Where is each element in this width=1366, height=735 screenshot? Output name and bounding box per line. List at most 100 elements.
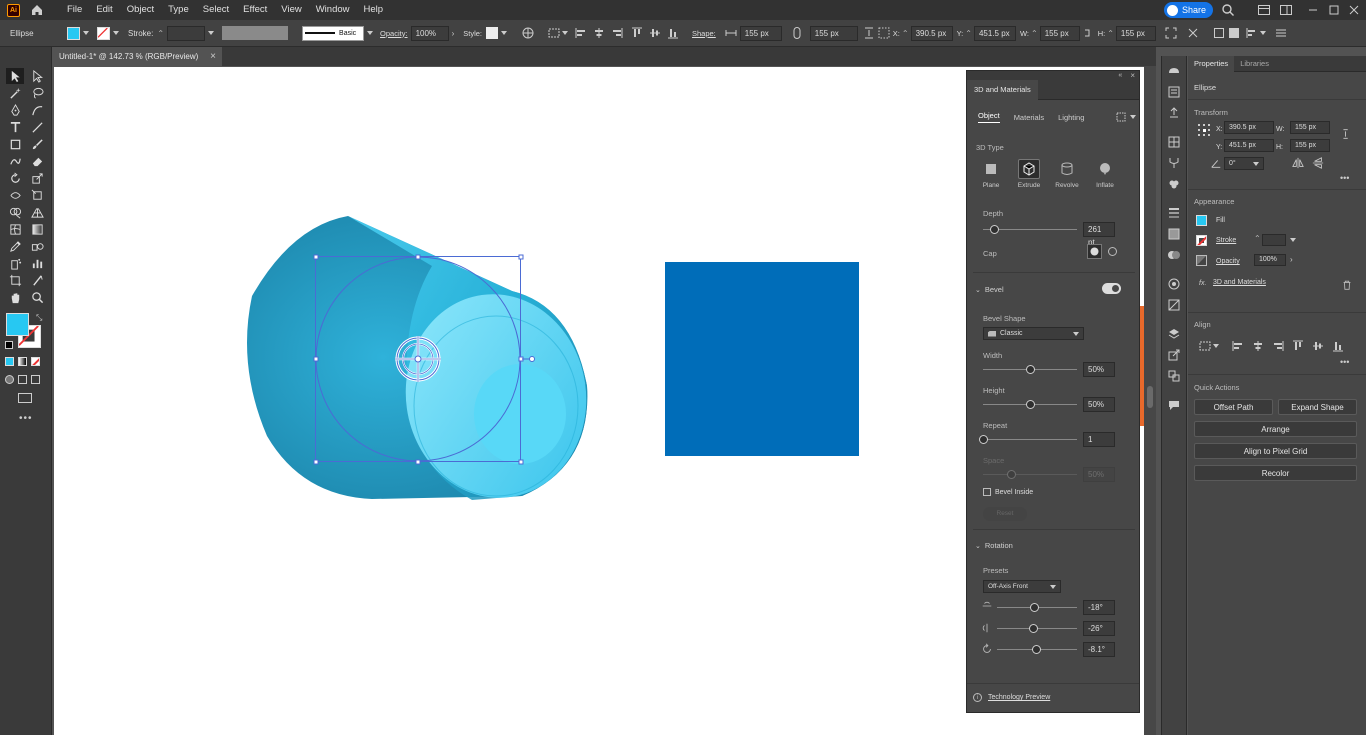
props-h-field[interactable]: 155 px [1290, 139, 1330, 152]
appearance-panel-icon[interactable] [1167, 277, 1181, 291]
menu-window[interactable]: Window [309, 0, 357, 20]
align-right-icon[interactable] [610, 26, 624, 40]
home-icon[interactable] [30, 3, 44, 17]
rectangle-tool[interactable] [6, 136, 24, 152]
rotate-z-slider[interactable] [997, 645, 1077, 654]
stroke-stepper[interactable]: ⌃ [157, 29, 164, 38]
control-panel-menu-icon[interactable] [1274, 26, 1288, 40]
slider-knob[interactable] [989, 225, 999, 234]
offset-path-button[interactable]: Offset Path [1194, 399, 1273, 415]
y-field[interactable]: 451.5 px [973, 25, 1016, 41]
render-settings-icon[interactable] [1114, 110, 1128, 124]
panel-title-tab[interactable]: 3D and Materials [967, 79, 1038, 100]
gradient-mode-icon[interactable] [18, 357, 27, 366]
layers-panel-icon[interactable] [1167, 327, 1181, 341]
column-graph-tool[interactable] [28, 255, 46, 271]
align-to-icon[interactable] [547, 26, 561, 40]
bevel-width-slider[interactable] [983, 365, 1077, 374]
maximize-icon[interactable] [1327, 3, 1341, 17]
repeat-slider[interactable] [978, 435, 1077, 444]
isolate-icon[interactable] [1164, 26, 1178, 40]
search-icon[interactable] [1221, 3, 1235, 17]
align-top-icon[interactable] [1291, 339, 1305, 353]
workspace-icon[interactable] [1279, 3, 1293, 17]
rotate-x-field[interactable]: -18° [1083, 600, 1115, 615]
recolor-artwork-icon[interactable] [521, 26, 535, 40]
slider-knob[interactable] [1031, 645, 1041, 654]
symbol-sprayer-tool[interactable] [6, 255, 24, 271]
rotate-x-slider[interactable] [997, 603, 1077, 612]
symbols-panel-icon[interactable] [1167, 177, 1181, 191]
canvas-scrollbar[interactable] [1144, 66, 1156, 735]
depth-slider[interactable] [983, 225, 1077, 234]
collapse-panel-icon[interactable]: « [1118, 72, 1122, 79]
props-x-field[interactable]: 390.5 px [1224, 121, 1274, 134]
x-field[interactable]: 390.5 px [910, 25, 953, 41]
menu-select[interactable]: Select [196, 0, 236, 20]
rotate-y-field[interactable]: -26° [1083, 621, 1115, 636]
rotate-y-slider[interactable] [997, 624, 1077, 633]
eyedropper-tool[interactable] [6, 238, 24, 254]
properties-panel-icon[interactable] [1167, 85, 1181, 99]
align-left-icon[interactable] [574, 26, 588, 40]
opacity-field[interactable]: 100% [410, 25, 449, 41]
paintbrush-tool[interactable] [28, 136, 46, 152]
reference-point-grid[interactable] [1197, 123, 1212, 138]
graphic-style-swatch[interactable] [486, 27, 498, 39]
constrain-proportions-icon[interactable] [1082, 26, 1096, 40]
type-plane[interactable]: Plane [979, 159, 1003, 189]
recolor-button[interactable]: Recolor [1194, 465, 1357, 481]
close-tab-icon[interactable]: × [210, 51, 216, 62]
control-stroke-swatch[interactable] [97, 26, 110, 40]
bevel-height-field[interactable]: 50% [1083, 397, 1115, 412]
transform-grid-icon[interactable] [877, 26, 891, 40]
comments-panel-icon[interactable] [1167, 398, 1181, 412]
control-fill-swatch[interactable] [67, 26, 80, 40]
constrain-link-icon[interactable] [790, 26, 804, 40]
w-stepper[interactable]: ⌃ [1031, 29, 1038, 38]
draw-normal-icon[interactable] [5, 375, 14, 384]
stroke-panel-icon[interactable] [1167, 206, 1181, 220]
transparency-panel-icon[interactable] [1167, 248, 1181, 262]
bevel-toggle[interactable] [1102, 283, 1121, 294]
menu-effect[interactable]: Effect [236, 0, 274, 20]
menu-view[interactable]: View [274, 0, 308, 20]
type-tool[interactable] [6, 119, 24, 135]
rotate-z-field[interactable]: -8.1° [1083, 642, 1115, 657]
slider-knob[interactable] [1028, 624, 1038, 633]
props-opacity-field[interactable]: 100% [1254, 254, 1286, 266]
align-panel-icon[interactable] [1245, 26, 1259, 40]
pathfinder-icon[interactable] [1227, 26, 1241, 40]
eraser-tool[interactable] [28, 153, 46, 169]
color-mode-icon[interactable] [5, 357, 14, 366]
align-hcenter-icon[interactable] [592, 26, 606, 40]
tab-object[interactable]: Object [978, 111, 1000, 123]
props-fill-swatch[interactable] [1196, 215, 1207, 226]
tab-properties[interactable]: Properties [1188, 55, 1235, 72]
width-tool[interactable] [6, 187, 24, 203]
artboard-tool[interactable] [6, 272, 24, 288]
rotate-tool[interactable] [6, 170, 24, 186]
bevel-height-slider[interactable] [983, 400, 1077, 409]
curvature-tool[interactable] [28, 102, 46, 118]
menu-file[interactable]: File [60, 0, 89, 20]
reference-point-icon[interactable] [862, 26, 876, 40]
technology-preview-link[interactable]: Technology Preview [988, 694, 1050, 701]
y-stepper[interactable]: ⌃ [965, 29, 972, 38]
variable-width-profile[interactable] [222, 26, 289, 40]
asset-export-panel-icon[interactable] [1167, 348, 1181, 362]
gradient-tool[interactable] [28, 221, 46, 237]
draw-inside-icon[interactable] [31, 375, 40, 384]
slice-tool[interactable] [28, 272, 46, 288]
fill-color-swatch[interactable] [6, 313, 29, 336]
slider-knob[interactable] [978, 435, 988, 444]
default-colors-icon[interactable] [5, 341, 13, 349]
brushes-panel-icon[interactable] [1167, 156, 1181, 170]
flip-horizontal-icon[interactable] [1292, 157, 1304, 169]
blue-square-object[interactable] [665, 262, 859, 456]
stroke-weight-field[interactable] [167, 25, 206, 41]
artboard-options-icon[interactable] [1212, 26, 1226, 40]
slider-knob[interactable] [1025, 365, 1035, 374]
align-bottom-icon[interactable] [666, 26, 680, 40]
document-tab[interactable]: Untitled-1* @ 142.73 % (RGB/Preview) × [52, 47, 222, 66]
